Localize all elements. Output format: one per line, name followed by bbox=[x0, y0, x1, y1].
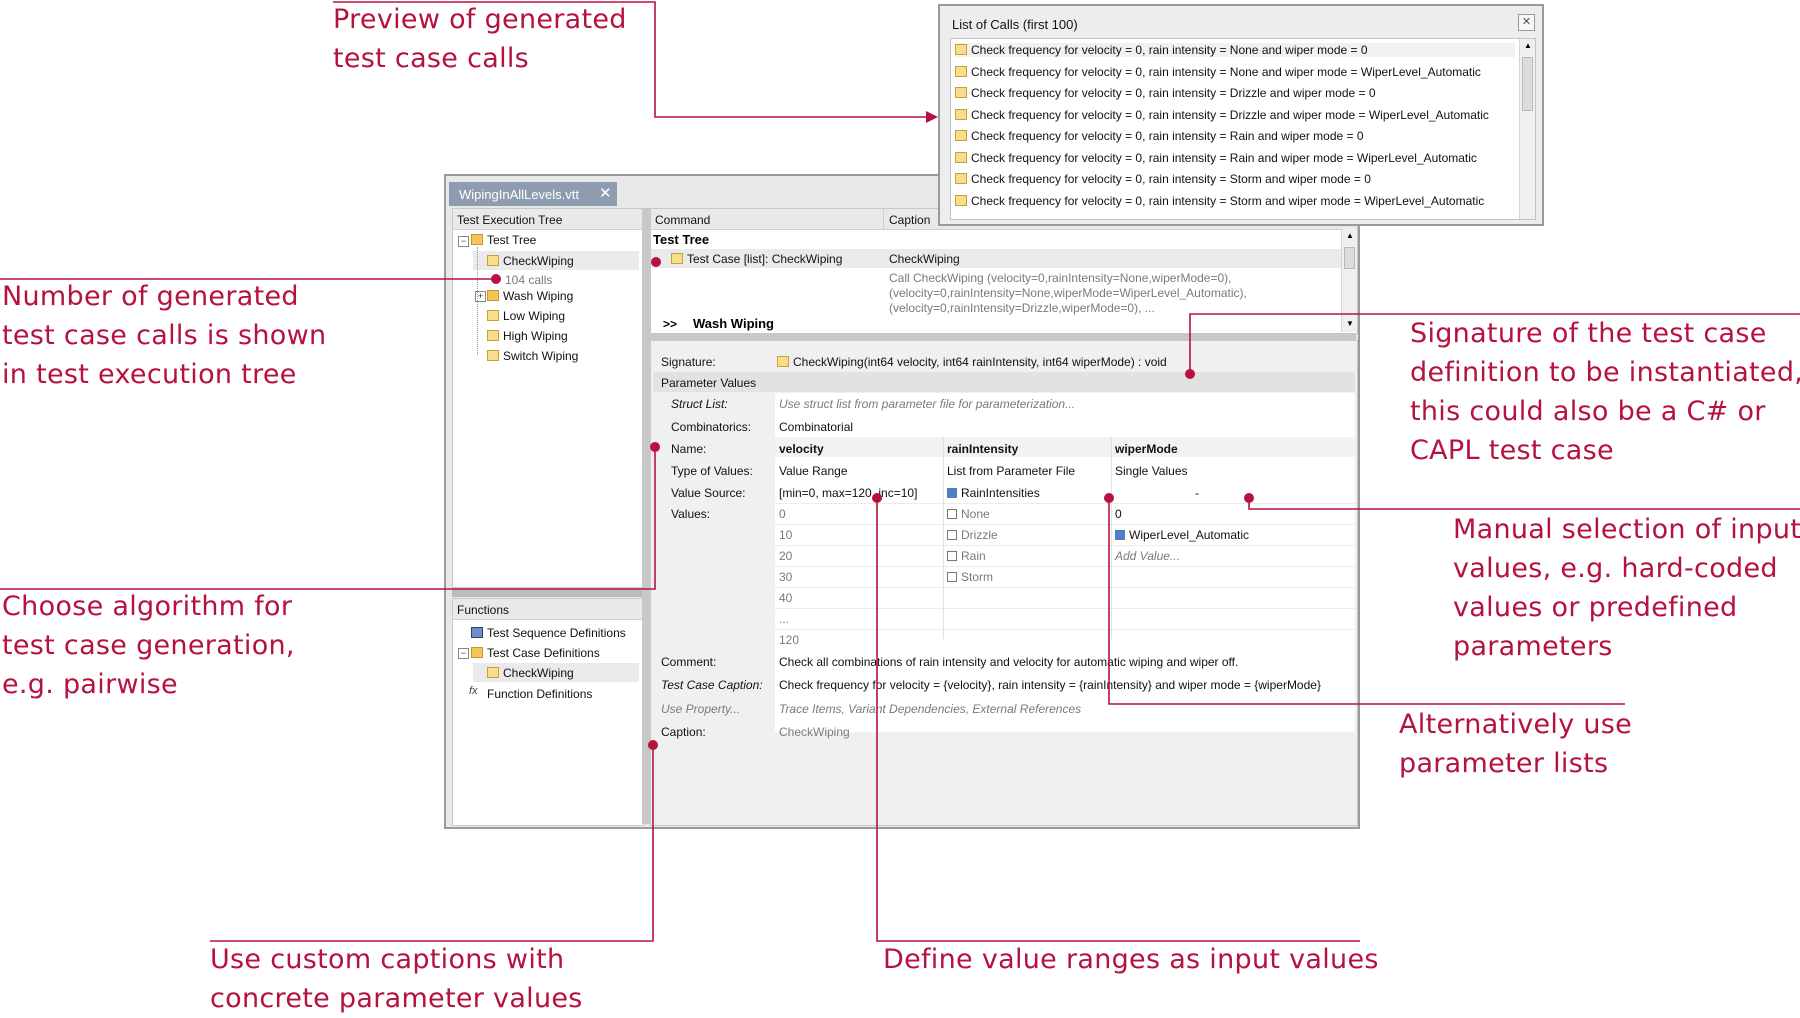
marker-dot bbox=[648, 740, 658, 750]
marker-dot bbox=[872, 493, 882, 503]
captions-leader bbox=[210, 744, 654, 942]
annotation-paramlists: Alternatively use parameter lists bbox=[1399, 709, 1633, 779]
arrow-icon bbox=[926, 111, 938, 123]
annotation-captions: Use custom captions with concrete paramet… bbox=[210, 944, 583, 1014]
annotation-manual: Manual selection of input values, e.g. ha… bbox=[1453, 514, 1800, 662]
annotation-algorithm: Choose algorithm for test case generation… bbox=[2, 591, 295, 700]
annotation-lines bbox=[0, 1, 1800, 942]
marker-dot bbox=[491, 274, 501, 284]
marker-dot bbox=[1185, 369, 1195, 379]
algorithm-leader bbox=[0, 443, 656, 590]
annotation-number: Number of generated test case calls is sh… bbox=[2, 281, 327, 390]
marker-dot bbox=[1244, 493, 1254, 503]
annotation-preview: Preview of generated test case calls bbox=[333, 4, 627, 74]
marker-dot bbox=[1104, 493, 1114, 503]
annotation-ranges: Define value ranges as input values bbox=[883, 944, 1379, 975]
marker-dot bbox=[650, 442, 660, 452]
ranges-leader bbox=[876, 498, 1360, 942]
marker-dot bbox=[651, 257, 661, 267]
annotation-signature: Signature of the test case definition to … bbox=[1410, 318, 1800, 466]
manual-leader bbox=[1248, 498, 1800, 510]
